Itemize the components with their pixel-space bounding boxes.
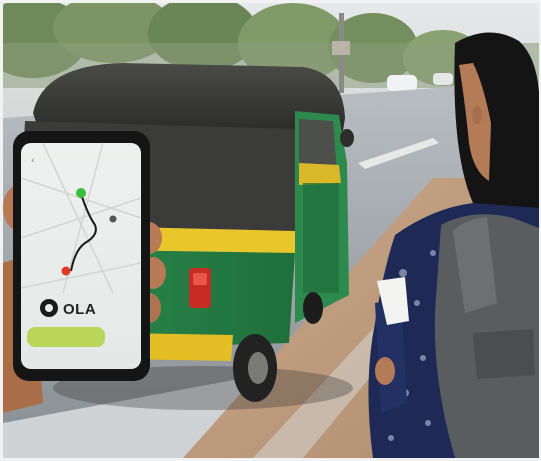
photo-frame: ‹ OLA — [0, 0, 541, 461]
pickup-marker-icon — [76, 188, 86, 198]
distant-car — [387, 75, 417, 91]
smartphone: ‹ OLA — [13, 131, 150, 381]
distant-car-2 — [433, 73, 453, 85]
hand — [375, 357, 395, 385]
back-chevron-icon[interactable]: ‹ — [31, 156, 35, 166]
ola-brand-name: OLA — [63, 301, 96, 318]
backpack-pocket — [473, 329, 535, 379]
street-sign — [332, 41, 350, 55]
street-scene-photo: ‹ OLA — [3, 3, 539, 458]
book-ride-button[interactable] — [27, 327, 105, 347]
dropoff-marker-icon — [61, 266, 71, 276]
scene-illustration: ‹ OLA — [3, 3, 539, 458]
vehicle-marker-icon — [109, 215, 117, 223]
rickshaw-mirror — [340, 129, 354, 147]
